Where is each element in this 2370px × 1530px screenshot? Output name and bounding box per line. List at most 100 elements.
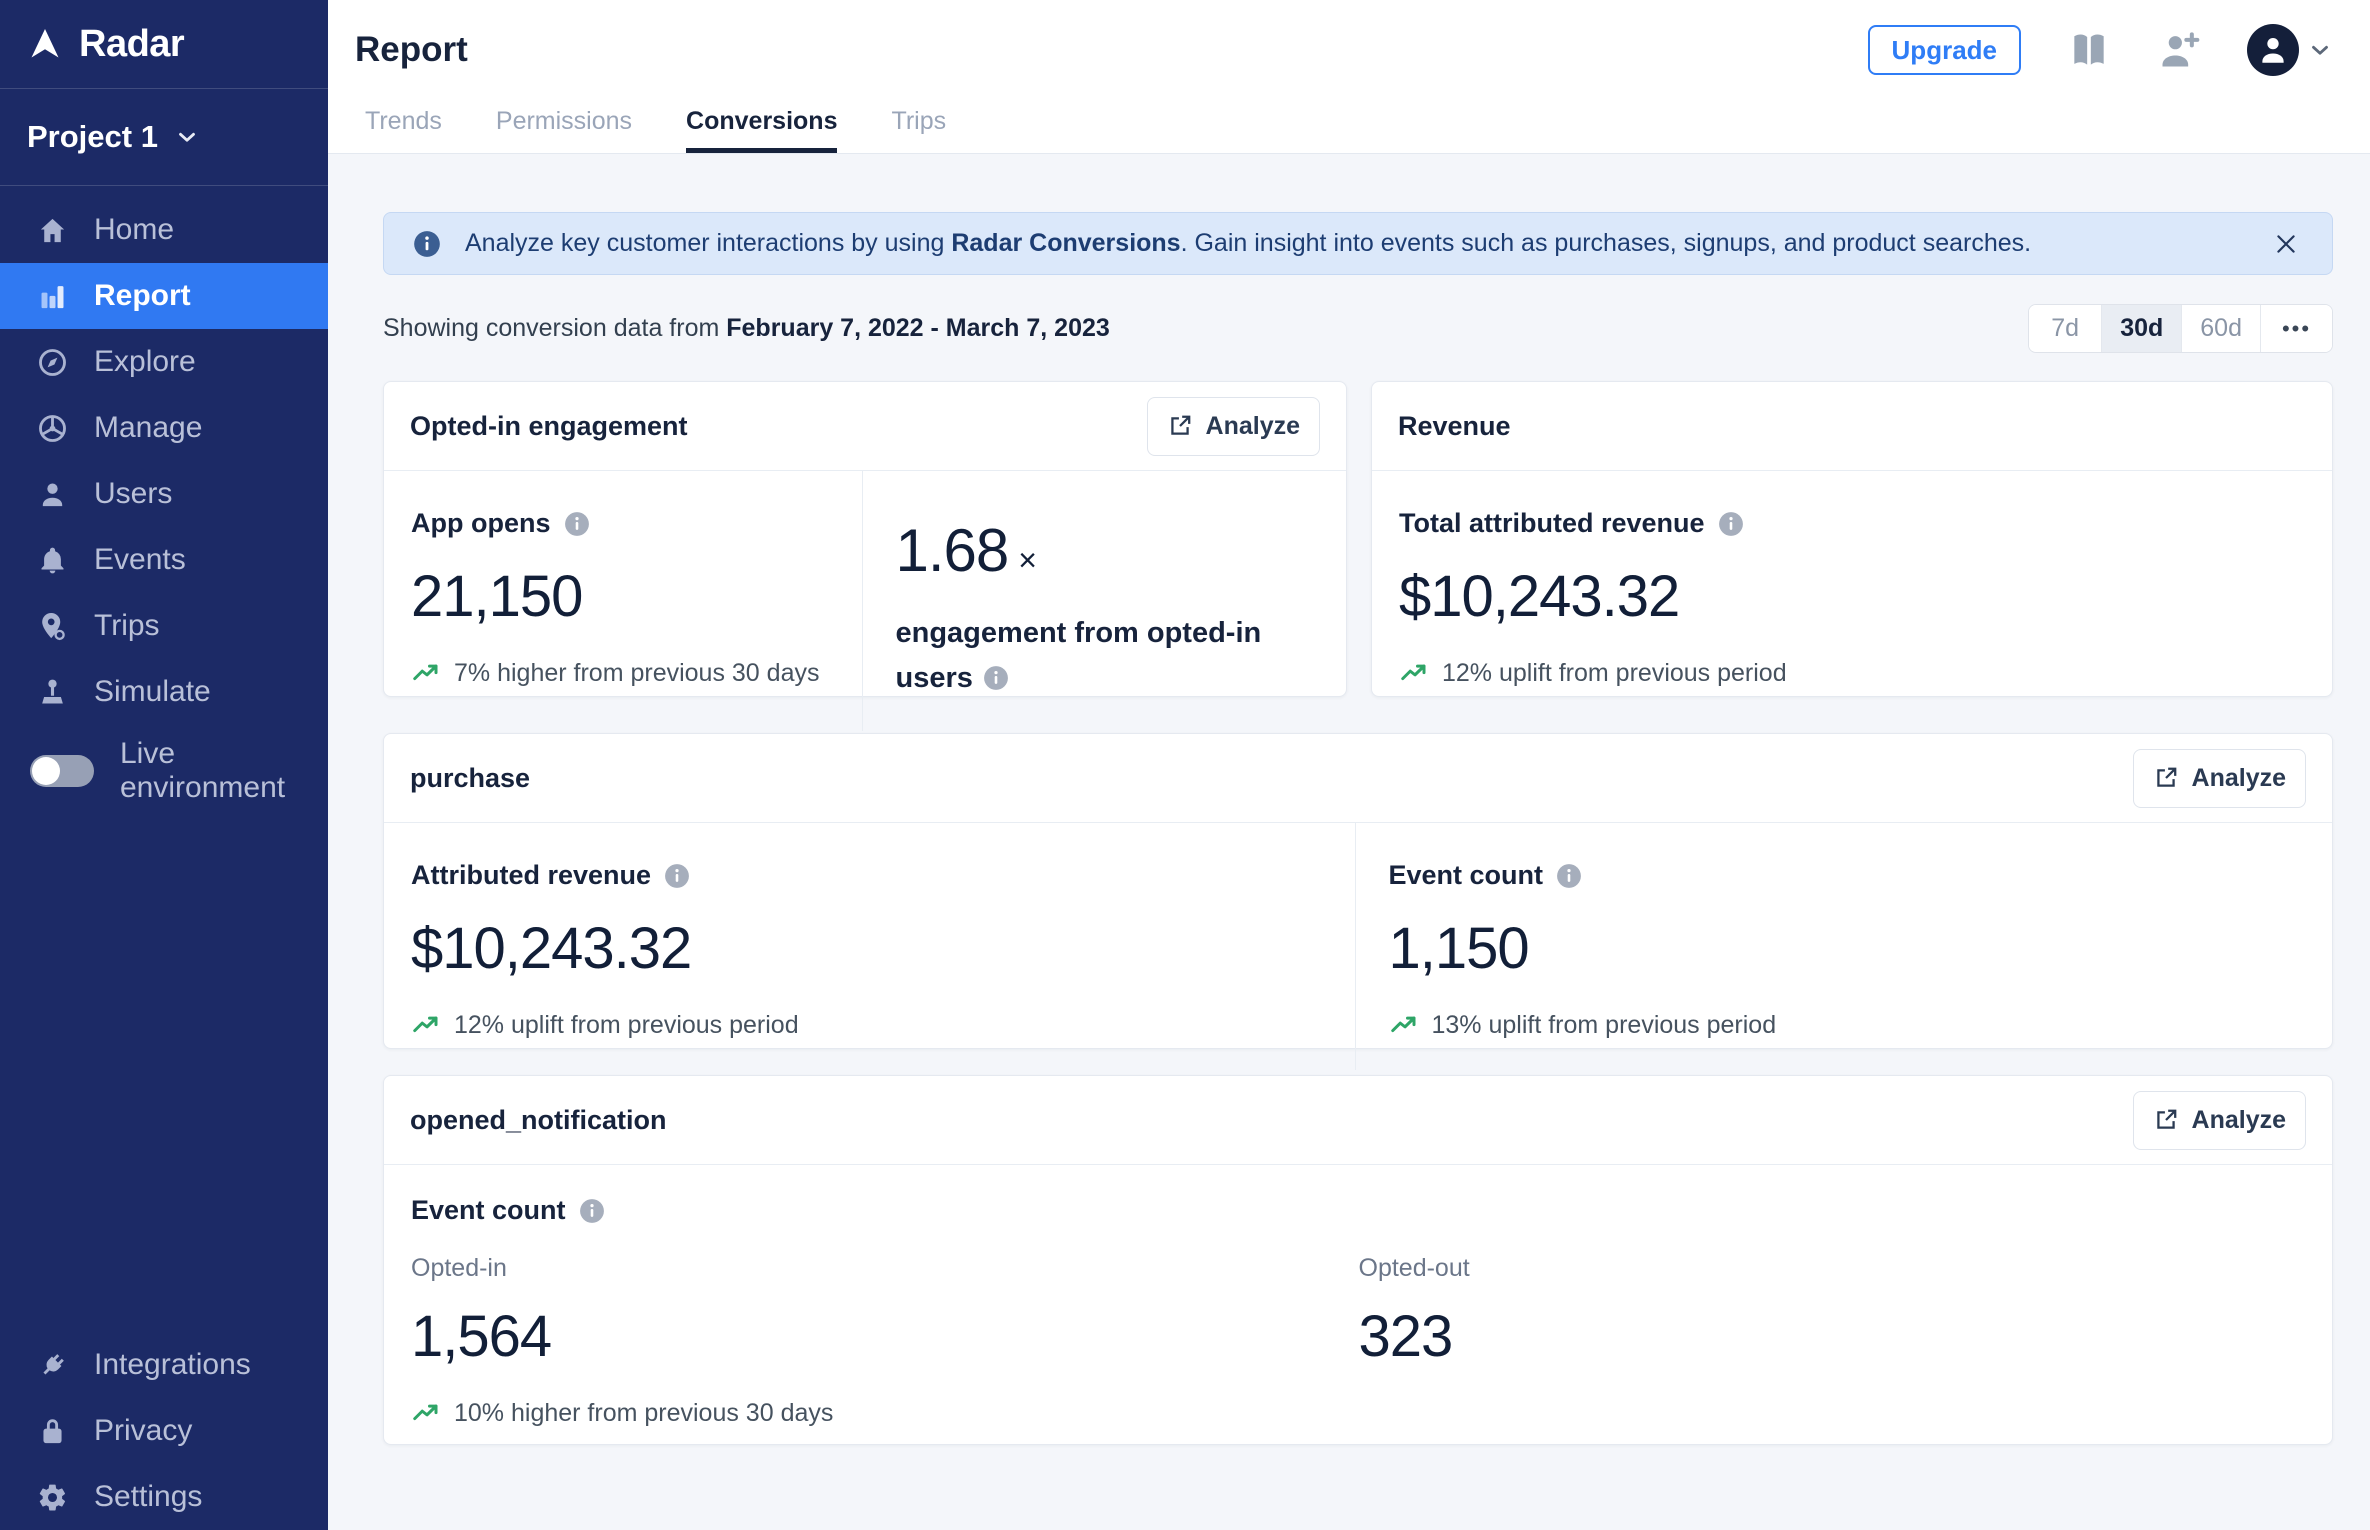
report-tabs: Trends Permissions Conversions Trips (355, 92, 2333, 153)
invite-user-button[interactable] (2157, 28, 2201, 72)
sidebar-item-label: Manage (94, 411, 203, 444)
toggle-label: Live environment (120, 737, 286, 804)
close-icon (2273, 231, 2299, 257)
sidebar-item-home[interactable]: Home (0, 197, 328, 263)
banner-text-prefix: Analyze key customer interactions by usi… (465, 229, 952, 257)
sidebar-item-label: Simulate (94, 675, 211, 708)
main-area: Report Upgrade Trends Permissions Conver… (328, 0, 2370, 1530)
radar-logo-icon (27, 26, 63, 62)
tab-trips[interactable]: Trips (891, 107, 946, 153)
metric-engagement-multiplier: 1.68 × engagement from opted-in users (861, 471, 1347, 731)
card-title: Opted-in engagement (410, 410, 688, 441)
range-7d[interactable]: 7d (2029, 305, 2102, 352)
multiplier-value: 1.68 (895, 517, 1010, 584)
sidebar-item-label: Integrations (94, 1348, 251, 1381)
person-icon (2256, 33, 2290, 67)
trend-up-icon (411, 658, 441, 688)
range-60d[interactable]: 60d (2181, 305, 2260, 352)
metric-label: Attributed revenue (411, 860, 652, 890)
live-environment-toggle-row[interactable]: Live environment (0, 737, 328, 804)
tab-trends[interactable]: Trends (365, 107, 442, 153)
range-30d[interactable]: 30d (2101, 305, 2182, 352)
sidebar-item-manage[interactable]: Manage (0, 395, 328, 461)
opted-in-value: 1,564 (411, 1304, 552, 1369)
tab-conversions[interactable]: Conversions (686, 107, 838, 153)
range-more-button[interactable]: ••• (2260, 305, 2332, 352)
info-icon[interactable] (983, 665, 1009, 691)
account-menu[interactable] (2247, 24, 2333, 76)
sidebar-bottom-nav: Integrations Privacy Settings (0, 1332, 328, 1530)
trend-up-icon (1389, 1010, 1419, 1040)
chevron-down-icon (174, 124, 200, 150)
analyze-label: Analyze (2191, 763, 2286, 792)
analyze-button[interactable]: Analyze (2132, 748, 2306, 808)
opted-in-label: Opted-in (411, 1254, 507, 1282)
compass-icon (37, 347, 68, 378)
avatar (2247, 24, 2299, 76)
sidebar-item-label: Trips (94, 609, 160, 642)
card-opted-in-engagement: Opted-in engagement Analyze App opens 21… (383, 381, 1347, 731)
analyze-button[interactable]: Analyze (1146, 396, 1320, 456)
trend-up-icon (1399, 658, 1429, 688)
banner-text-suffix: . Gain insight into events such as purch… (1180, 229, 2032, 257)
trend-text: 7% higher from previous 30 days (454, 658, 820, 687)
sidebar-item-settings[interactable]: Settings (0, 1464, 328, 1530)
trend-text: 12% uplift from previous period (1442, 658, 1787, 687)
sidebar-item-report[interactable]: Report (0, 263, 328, 329)
environment-toggle[interactable] (30, 755, 94, 787)
multiplier-label: engagement from opted-in users (895, 617, 1262, 694)
sidebar-item-integrations[interactable]: Integrations (0, 1332, 328, 1398)
metric-value: $10,243.32 (1399, 564, 1680, 629)
card-title: purchase (410, 762, 531, 793)
metric-app-opens: App opens 21,150 7% higher from previous… (384, 471, 862, 731)
info-icon[interactable] (1718, 511, 1744, 537)
sidebar-item-label: Events (94, 543, 186, 576)
card-opened-notification: opened_notification Analyze Event count … (383, 1075, 2333, 1445)
bar-chart-icon (37, 281, 68, 312)
info-icon[interactable] (579, 1198, 605, 1224)
card-purchase: purchase Analyze Attributed revenue $10,… (383, 733, 2333, 1070)
book-icon (2067, 28, 2111, 72)
analyze-button[interactable]: Analyze (2132, 1090, 2306, 1150)
upgrade-button[interactable]: Upgrade (1867, 25, 2021, 75)
tab-permissions[interactable]: Permissions (496, 107, 632, 153)
info-banner: Analyze key customer interactions by usi… (383, 212, 2333, 275)
sidebar-item-privacy[interactable]: Privacy (0, 1398, 328, 1464)
add-user-icon (2157, 28, 2201, 72)
topbar-actions: Upgrade (1867, 24, 2333, 76)
metric-value: 1,150 (1388, 916, 1530, 981)
banner-close-button[interactable] (2269, 227, 2303, 261)
sidebar-item-events[interactable]: Events (0, 527, 328, 593)
content: Analyze key customer interactions by usi… (328, 154, 2370, 1530)
external-link-icon (1167, 413, 1193, 439)
project-selector[interactable]: Project 1 (0, 89, 328, 186)
sidebar-item-label: Privacy (94, 1414, 193, 1447)
card-title: Revenue (1398, 410, 1511, 441)
opted-out-label: Opted-out (1358, 1254, 1470, 1282)
card-revenue: Revenue Total attributed revenue $10,243… (1371, 381, 2333, 697)
brand-name: Radar (79, 22, 185, 65)
opted-in-column: Opted-in 1,564 10% higher from previous … (411, 1254, 1359, 1428)
map-pin-icon (37, 611, 68, 642)
sidebar-item-trips[interactable]: Trips (0, 593, 328, 659)
sidebar-item-users[interactable]: Users (0, 461, 328, 527)
external-link-icon (2153, 1107, 2179, 1133)
metric-label: App opens (411, 508, 551, 538)
sidebar-item-explore[interactable]: Explore (0, 329, 328, 395)
docs-button[interactable] (2067, 28, 2111, 72)
info-icon[interactable] (664, 863, 690, 889)
analyze-label: Analyze (2191, 1105, 2286, 1134)
metric-label: Event count (1388, 860, 1544, 890)
info-icon[interactable] (564, 511, 590, 537)
metric-label: Total attributed revenue (1399, 508, 1705, 538)
sidebar-item-simulate[interactable]: Simulate (0, 659, 328, 725)
toggle-knob (32, 757, 60, 785)
card-title: opened_notification (410, 1104, 667, 1135)
brand-logo[interactable]: Radar (0, 0, 328, 89)
info-icon[interactable] (1556, 863, 1582, 889)
opted-out-value: 323 (1358, 1304, 1454, 1369)
home-icon (37, 215, 68, 246)
person-icon (37, 479, 68, 510)
plug-icon (37, 1350, 68, 1381)
sidebar-item-label: Explore (94, 345, 196, 378)
